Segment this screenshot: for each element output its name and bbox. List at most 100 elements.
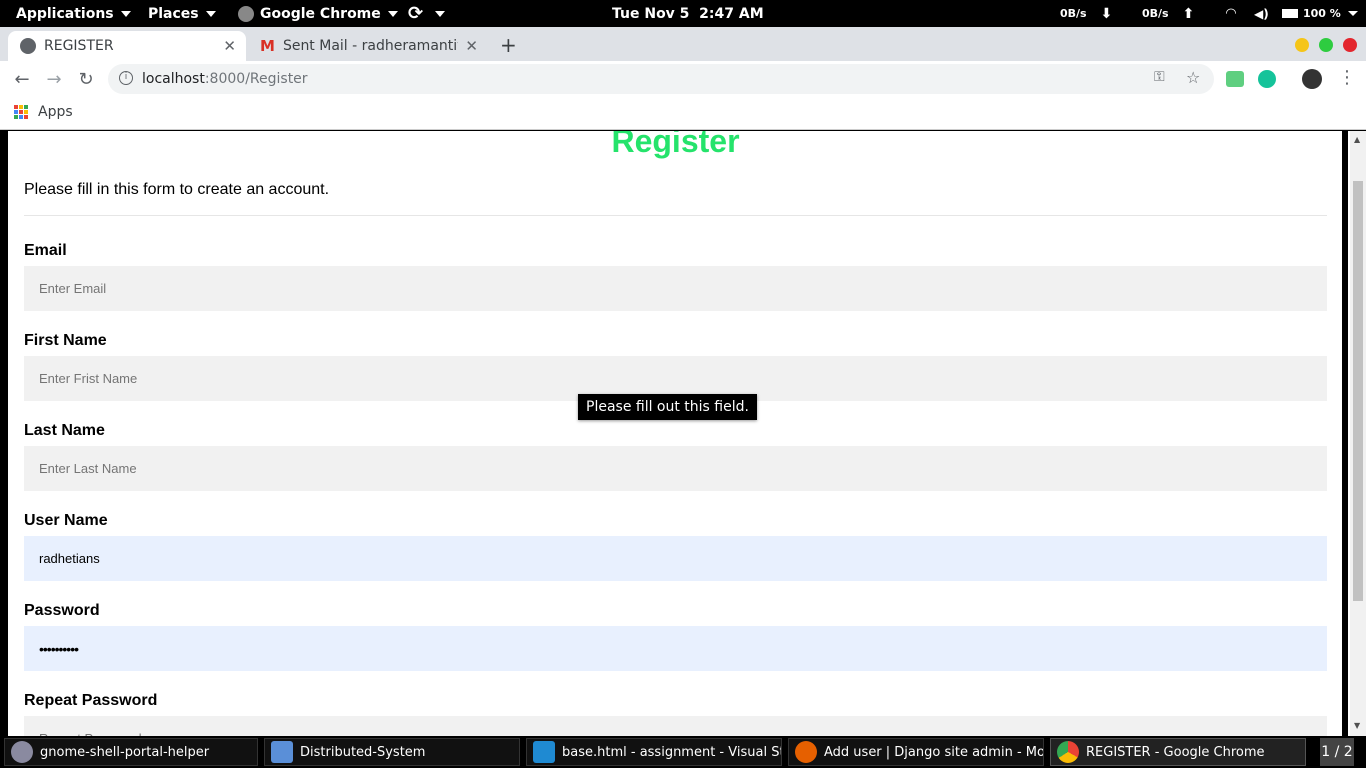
app-menu[interactable]: Google Chrome: [238, 0, 398, 27]
browser-toolbar: ← → ↻ i localhost:8000/Register ⚿ ☆ ⋮: [0, 61, 1366, 97]
places-menu[interactable]: Places: [148, 0, 216, 27]
address-bar[interactable]: i localhost:8000/Register ⚿ ☆: [108, 64, 1214, 94]
page-title: Register: [611, 131, 740, 159]
download-arrow-icon: ⬇: [1100, 5, 1113, 22]
scroll-down-icon[interactable]: ▼: [1354, 721, 1360, 730]
first-name-label: First Name: [24, 332, 107, 349]
repeat-password-field[interactable]: [24, 716, 1327, 736]
chevron-down-icon: [1347, 11, 1358, 16]
net-up: 0B/s ⬆: [1142, 0, 1194, 27]
minimize-button[interactable]: [1295, 38, 1309, 52]
gmail-icon: M: [260, 37, 275, 55]
clock-label: Tue Nov 5 2:47 AM: [612, 5, 764, 22]
vscode-icon: [533, 741, 555, 763]
arrow-right-icon: →: [46, 68, 62, 90]
file-manager-icon: [271, 741, 293, 763]
scrollbar[interactable]: ▲ ▼: [1350, 131, 1366, 736]
new-tab-button[interactable]: +: [500, 33, 517, 57]
task-label: Add user | Django site admin - Mo...: [824, 744, 1044, 760]
close-icon[interactable]: ✕: [223, 37, 236, 55]
gnome-top-bar: Applications Places Google Chrome ⟳ Tue …: [0, 0, 1366, 27]
scroll-up-icon[interactable]: ▲: [1354, 135, 1360, 144]
grammarly-icon[interactable]: [1258, 70, 1276, 88]
arrow-left-icon: ←: [14, 68, 30, 90]
last-name-field[interactable]: [24, 446, 1327, 491]
reload-button[interactable]: ↻: [74, 67, 98, 91]
page-viewport: Register Please fill in this form to cre…: [0, 131, 1366, 736]
password-label: Password: [24, 602, 100, 619]
last-name-label: Last Name: [24, 422, 105, 439]
maximize-button[interactable]: [1319, 38, 1333, 52]
chrome-icon: [1057, 741, 1079, 763]
back-button[interactable]: ←: [10, 67, 34, 91]
key-icon[interactable]: ⚿: [1154, 69, 1165, 85]
task-label: REGISTER - Google Chrome: [1086, 744, 1265, 760]
task-label: gnome-shell-portal-helper: [40, 744, 210, 760]
task-label: base.html - assignment - Visual St...: [562, 744, 782, 760]
tab-strip: REGISTER ✕ M Sent Mail - radheramantiv ✕…: [0, 27, 1366, 61]
email-field[interactable]: [24, 266, 1327, 311]
more-menu-icon[interactable]: ⋮: [1338, 67, 1356, 88]
apps-bookmark[interactable]: Apps: [38, 104, 73, 120]
apps-grid-icon: [14, 105, 28, 119]
places-label: Places: [148, 5, 199, 22]
tab-title: Sent Mail - radheramantiv: [282, 38, 458, 54]
email-label: Email: [24, 242, 67, 259]
scrollbar-thumb[interactable]: [1353, 181, 1363, 601]
battery-icon: [1282, 9, 1298, 18]
app-menu-label: Google Chrome: [260, 5, 381, 22]
gnome-icon: [11, 741, 33, 763]
page-right-border: [1342, 131, 1348, 736]
url-path: :8000/Register: [204, 71, 308, 87]
task-vscode[interactable]: base.html - assignment - Visual St...: [526, 738, 782, 766]
tab-sent-mail[interactable]: M Sent Mail - radheramantiv ✕: [252, 31, 488, 61]
sync-menu[interactable]: ⟳: [408, 0, 446, 27]
extension-icon[interactable]: [1226, 71, 1244, 87]
clock[interactable]: Tue Nov 5 2:47 AM: [612, 0, 764, 27]
username-label: User Name: [24, 512, 108, 529]
chevron-down-icon: [435, 10, 446, 17]
task-chrome[interactable]: REGISTER - Google Chrome: [1050, 738, 1306, 766]
chevron-down-icon: [387, 10, 398, 17]
net-down: 0B/s ⬇: [1060, 0, 1112, 27]
task-label: Distributed-System: [300, 744, 426, 760]
task-firefox[interactable]: Add user | Django site admin - Mo...: [788, 738, 1044, 766]
task-distributed-system[interactable]: Distributed-System: [264, 738, 520, 766]
form-intro: Please fill in this form to create an ac…: [24, 181, 330, 198]
battery-label: 100 %: [1303, 7, 1341, 20]
chevron-down-icon: [205, 10, 216, 17]
firefox-icon: [795, 741, 817, 763]
repeat-password-label: Repeat Password: [24, 692, 158, 709]
close-icon[interactable]: ✕: [465, 37, 478, 55]
divider: [24, 215, 1327, 216]
task-portal-helper[interactable]: gnome-shell-portal-helper: [4, 738, 258, 766]
workspace-pager[interactable]: 1 / 2: [1320, 738, 1354, 766]
username-field[interactable]: [24, 536, 1327, 581]
net-up-label: 0B/s: [1142, 7, 1169, 20]
refresh-icon: ⟳: [408, 3, 424, 24]
avatar[interactable]: [1302, 69, 1322, 89]
window-list: gnome-shell-portal-helper Distributed-Sy…: [0, 736, 1366, 768]
applications-label: Applications: [16, 5, 114, 22]
tab-title: REGISTER: [44, 38, 114, 54]
tab-register[interactable]: REGISTER ✕: [8, 31, 246, 61]
url-text: localhost:8000/Register: [142, 71, 308, 87]
url-host: localhost: [142, 71, 205, 87]
chrome-icon: [238, 5, 254, 22]
applications-menu[interactable]: Applications: [16, 0, 131, 27]
upload-arrow-icon: ⬆: [1182, 5, 1195, 22]
chevron-down-icon: [120, 10, 131, 17]
close-window-button[interactable]: [1343, 38, 1357, 52]
forward-button[interactable]: →: [42, 67, 66, 91]
volume-icon[interactable]: ◀): [1254, 0, 1269, 27]
page-left-border: [0, 131, 8, 736]
validation-tooltip: Please fill out this field.: [578, 394, 757, 420]
battery-indicator[interactable]: 100 %: [1282, 0, 1358, 27]
password-field[interactable]: [24, 626, 1327, 671]
wifi-icon[interactable]: ◠: [1226, 0, 1236, 27]
reload-icon: ↻: [78, 68, 94, 90]
star-icon[interactable]: ☆: [1186, 68, 1200, 87]
globe-icon: [20, 38, 36, 54]
bookmarks-bar: Apps: [0, 97, 1366, 130]
info-icon: i: [119, 71, 133, 85]
